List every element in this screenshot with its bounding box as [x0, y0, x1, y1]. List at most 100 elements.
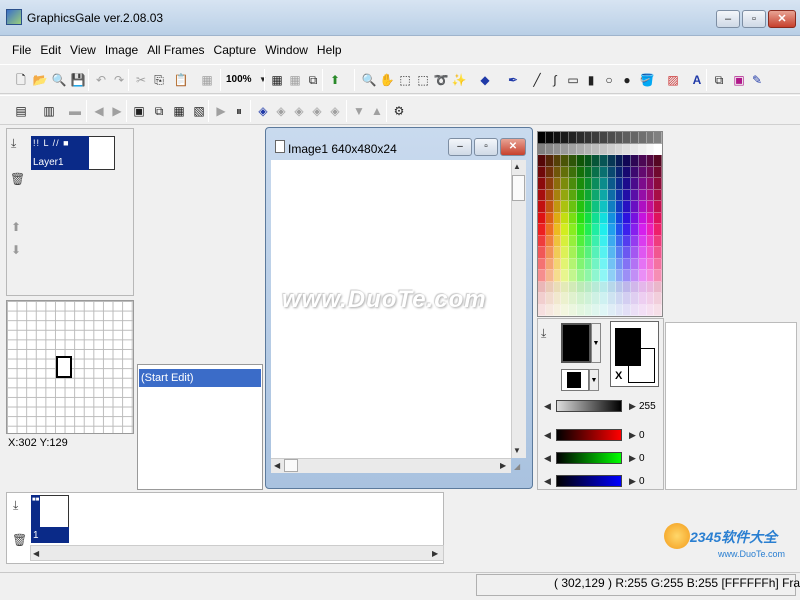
palette-swatch[interactable]	[654, 293, 662, 305]
minimize-button[interactable]: ‒	[716, 10, 740, 28]
pause-icon[interactable]: ⏸	[230, 102, 248, 120]
palette-swatch[interactable]	[638, 281, 647, 293]
palette-swatch[interactable]	[553, 235, 562, 247]
palette-swatch[interactable]	[615, 201, 624, 213]
palette-swatch[interactable]	[646, 155, 655, 167]
palette-swatch[interactable]	[631, 270, 639, 282]
palette-swatch[interactable]	[600, 247, 608, 259]
palette-swatch[interactable]	[600, 189, 608, 201]
palette-swatch[interactable]	[623, 293, 631, 305]
palette-swatch[interactable]	[646, 258, 655, 270]
palette-swatch[interactable]	[631, 224, 639, 236]
hand-tool-icon[interactable]: ✋	[378, 71, 396, 89]
palette-swatch[interactable]	[646, 293, 655, 305]
palette-swatch[interactable]	[538, 201, 546, 213]
palette-swatch[interactable]	[569, 166, 577, 178]
palette-swatch[interactable]	[638, 178, 647, 190]
palette-swatch[interactable]	[631, 293, 639, 305]
menu-image[interactable]: Image	[105, 43, 138, 57]
palette-swatch[interactable]	[623, 224, 631, 236]
play-icon[interactable]: ▶	[212, 102, 230, 120]
blue-slider[interactable]	[556, 475, 622, 487]
scroll-down-icon[interactable]: ▼	[513, 446, 521, 455]
gray-slider[interactable]	[556, 400, 622, 412]
properties-icon[interactable]: ⚙	[390, 102, 408, 120]
zoom-tool-icon[interactable]: 🔍	[360, 71, 378, 89]
palette-swatch[interactable]	[607, 258, 616, 270]
move-up-icon[interactable]: ▲	[368, 102, 386, 120]
red-slider[interactable]	[556, 429, 622, 441]
palette-swatch[interactable]	[592, 166, 600, 178]
palette-swatch[interactable]	[654, 189, 662, 201]
palette-swatch[interactable]	[646, 212, 655, 224]
palette-swatch[interactable]	[576, 281, 585, 293]
copy-icon[interactable]: ⎘	[150, 71, 168, 89]
palette-swatch[interactable]	[538, 189, 546, 201]
palette-swatch[interactable]	[654, 166, 662, 178]
palette-swatch[interactable]	[631, 178, 639, 190]
palette-swatch[interactable]	[631, 132, 639, 144]
frames-scroll-left-icon[interactable]: ◀	[33, 549, 39, 558]
palette-swatch[interactable]	[631, 189, 639, 201]
palette-swatch[interactable]	[538, 178, 546, 190]
palette-swatch[interactable]	[576, 143, 585, 155]
palette-swatch[interactable]	[646, 189, 655, 201]
palette-swatch[interactable]	[553, 178, 562, 190]
horizontal-scroll-thumb[interactable]	[284, 459, 298, 472]
palette-swatch[interactable]	[553, 281, 562, 293]
palette-swatch[interactable]	[615, 258, 624, 270]
palette-swatch[interactable]	[569, 258, 577, 270]
palette-swatch[interactable]	[654, 143, 662, 155]
palette-swatch[interactable]	[615, 293, 624, 305]
palette-swatch[interactable]	[561, 224, 569, 236]
rect-outline-icon[interactable]: ▭	[564, 71, 582, 89]
palette-swatch[interactable]	[576, 224, 585, 236]
palette-swatch[interactable]	[584, 293, 593, 305]
palette-swatch[interactable]	[576, 270, 585, 282]
palette-swatch[interactable]	[553, 155, 562, 167]
menu-window[interactable]: Window	[265, 43, 308, 57]
palette-swatch[interactable]	[600, 166, 608, 178]
paste-icon[interactable]: 📋	[172, 71, 190, 89]
palette-swatch[interactable]	[592, 304, 600, 316]
rect-fill-icon[interactable]: ▮	[582, 71, 600, 89]
palette-swatch[interactable]	[638, 258, 647, 270]
prev-frame-icon[interactable]: ◀	[90, 102, 108, 120]
palette-swatch[interactable]	[545, 247, 554, 259]
palette-swatch[interactable]	[545, 155, 554, 167]
image-maximize-button[interactable]: ▫	[474, 138, 498, 156]
vertical-scroll-thumb[interactable]	[512, 175, 525, 201]
palette-swatch[interactable]	[654, 258, 662, 270]
palette-swatch[interactable]	[646, 270, 655, 282]
palette-swatch[interactable]	[538, 166, 546, 178]
scroll-up-icon[interactable]: ▲	[513, 162, 521, 171]
palette-swatch[interactable]	[607, 143, 616, 155]
palette-swatch[interactable]	[584, 166, 593, 178]
palette-swatch[interactable]	[545, 201, 554, 213]
palette-swatch[interactable]	[638, 235, 647, 247]
red-right-icon[interactable]: ▶	[629, 430, 636, 441]
palette-swatch[interactable]	[623, 235, 631, 247]
palette-swatch[interactable]	[638, 155, 647, 167]
scroll-left-icon[interactable]: ◀	[274, 461, 280, 470]
palette-swatch[interactable]	[538, 293, 546, 305]
palette-grid[interactable]	[538, 132, 662, 316]
green-slider[interactable]	[556, 452, 622, 464]
palette-swatch[interactable]	[545, 293, 554, 305]
palette-swatch[interactable]	[553, 166, 562, 178]
palette-swatch[interactable]	[584, 247, 593, 259]
palette-swatch[interactable]	[576, 293, 585, 305]
gray-left-icon[interactable]: ◀	[544, 401, 551, 412]
move-down-icon[interactable]: ▼	[350, 102, 368, 120]
color-picker-icon[interactable]: ⧉	[710, 71, 728, 89]
palette-swatch[interactable]	[561, 189, 569, 201]
palette-swatch[interactable]	[631, 143, 639, 155]
palette-swatch[interactable]	[569, 293, 577, 305]
palette-swatch[interactable]	[553, 132, 562, 144]
frame-trash-icon[interactable]: 🗑	[12, 533, 27, 547]
palette-swatch[interactable]	[576, 189, 585, 201]
palette-swatch[interactable]	[623, 270, 631, 282]
palette-swatch[interactable]	[607, 281, 616, 293]
onion-forward-icon[interactable]: ◈	[290, 102, 308, 120]
palette-swatch[interactable]	[569, 270, 577, 282]
